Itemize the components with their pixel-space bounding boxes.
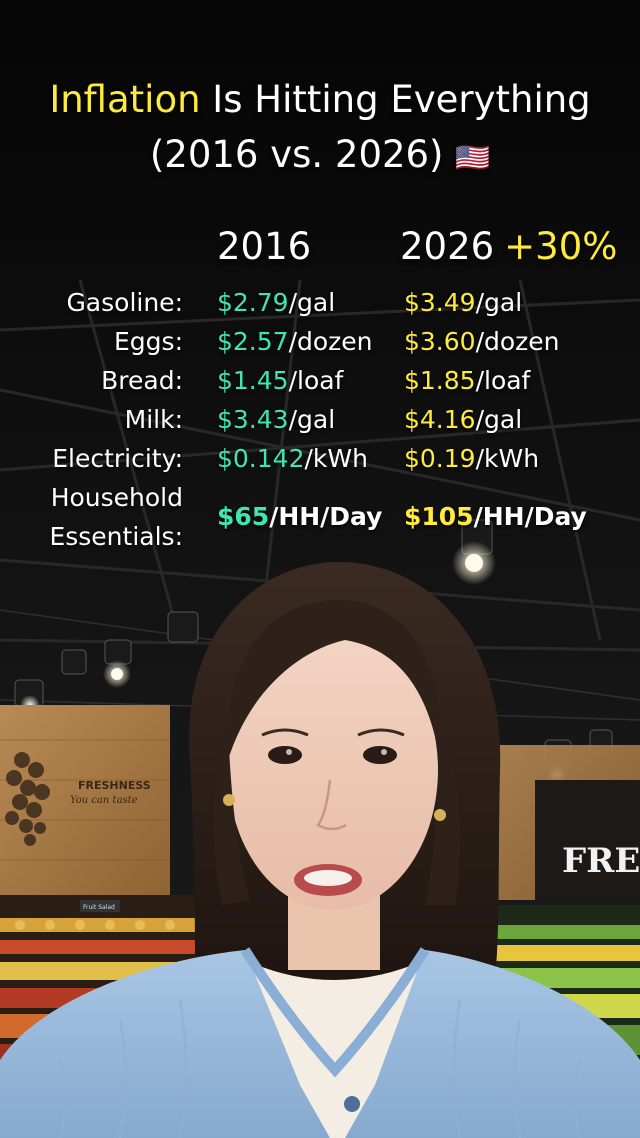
row-label-eggs: Eggs: [114, 327, 183, 356]
price-2016-bread: $1.45/loaf [217, 366, 344, 395]
shelf-tag: Fruit Salad [83, 904, 115, 911]
price-2026-electricity: $0.19/kWh [404, 444, 540, 473]
price-2016-milk: $3.43/gal [217, 405, 336, 434]
title-line-2: (2016 vs. 2026) 🇺🇸 [0, 133, 640, 180]
row-label-electricity: Electricity: [52, 444, 183, 473]
price-2026-household: $105/HH/Day [404, 502, 587, 531]
column-header-2016: 2016 [217, 225, 312, 268]
store-sign-freshness: FRESHNESS [78, 779, 151, 792]
price-2026-gasoline: $3.49/gal [404, 288, 523, 317]
price-2016-gasoline: $2.79/gal [217, 288, 336, 317]
price-2026-bread: $1.85/loaf [404, 366, 531, 395]
row-label-bread: Bread: [101, 366, 183, 395]
row-label-essentials: Essentials: [49, 522, 183, 551]
us-flag-icon: 🇺🇸 [455, 141, 491, 174]
title-highlight: Inflation [49, 78, 201, 121]
price-2016-eggs: $2.57/dozen [217, 327, 373, 356]
title-years: (2016 vs. 2026) [149, 133, 444, 176]
change-percent: +30% [504, 225, 618, 268]
video-frame: FRESHNESS You can taste FRESH Fruit Sala… [0, 0, 640, 1138]
title-rest: Is Hitting Everything [200, 78, 591, 121]
price-2016-electricity: $0.142/kWh [217, 444, 368, 473]
title-line-1: Inflation Is Hitting Everything [0, 78, 640, 122]
row-label-milk: Milk: [124, 405, 183, 434]
store-sign-tagline: You can taste [70, 795, 138, 806]
column-header-2026-year: 2026 [400, 225, 495, 268]
price-2026-eggs: $3.60/dozen [404, 327, 560, 356]
row-label-gasoline: Gasoline: [66, 288, 183, 317]
row-label-household: Household [50, 483, 183, 512]
store-sign-fresh: FRESH [562, 841, 640, 881]
price-2026-milk: $4.16/gal [404, 405, 523, 434]
column-header-2026: 2026 +30% [400, 225, 617, 269]
price-2016-household: $65/HH/Day [217, 502, 383, 531]
